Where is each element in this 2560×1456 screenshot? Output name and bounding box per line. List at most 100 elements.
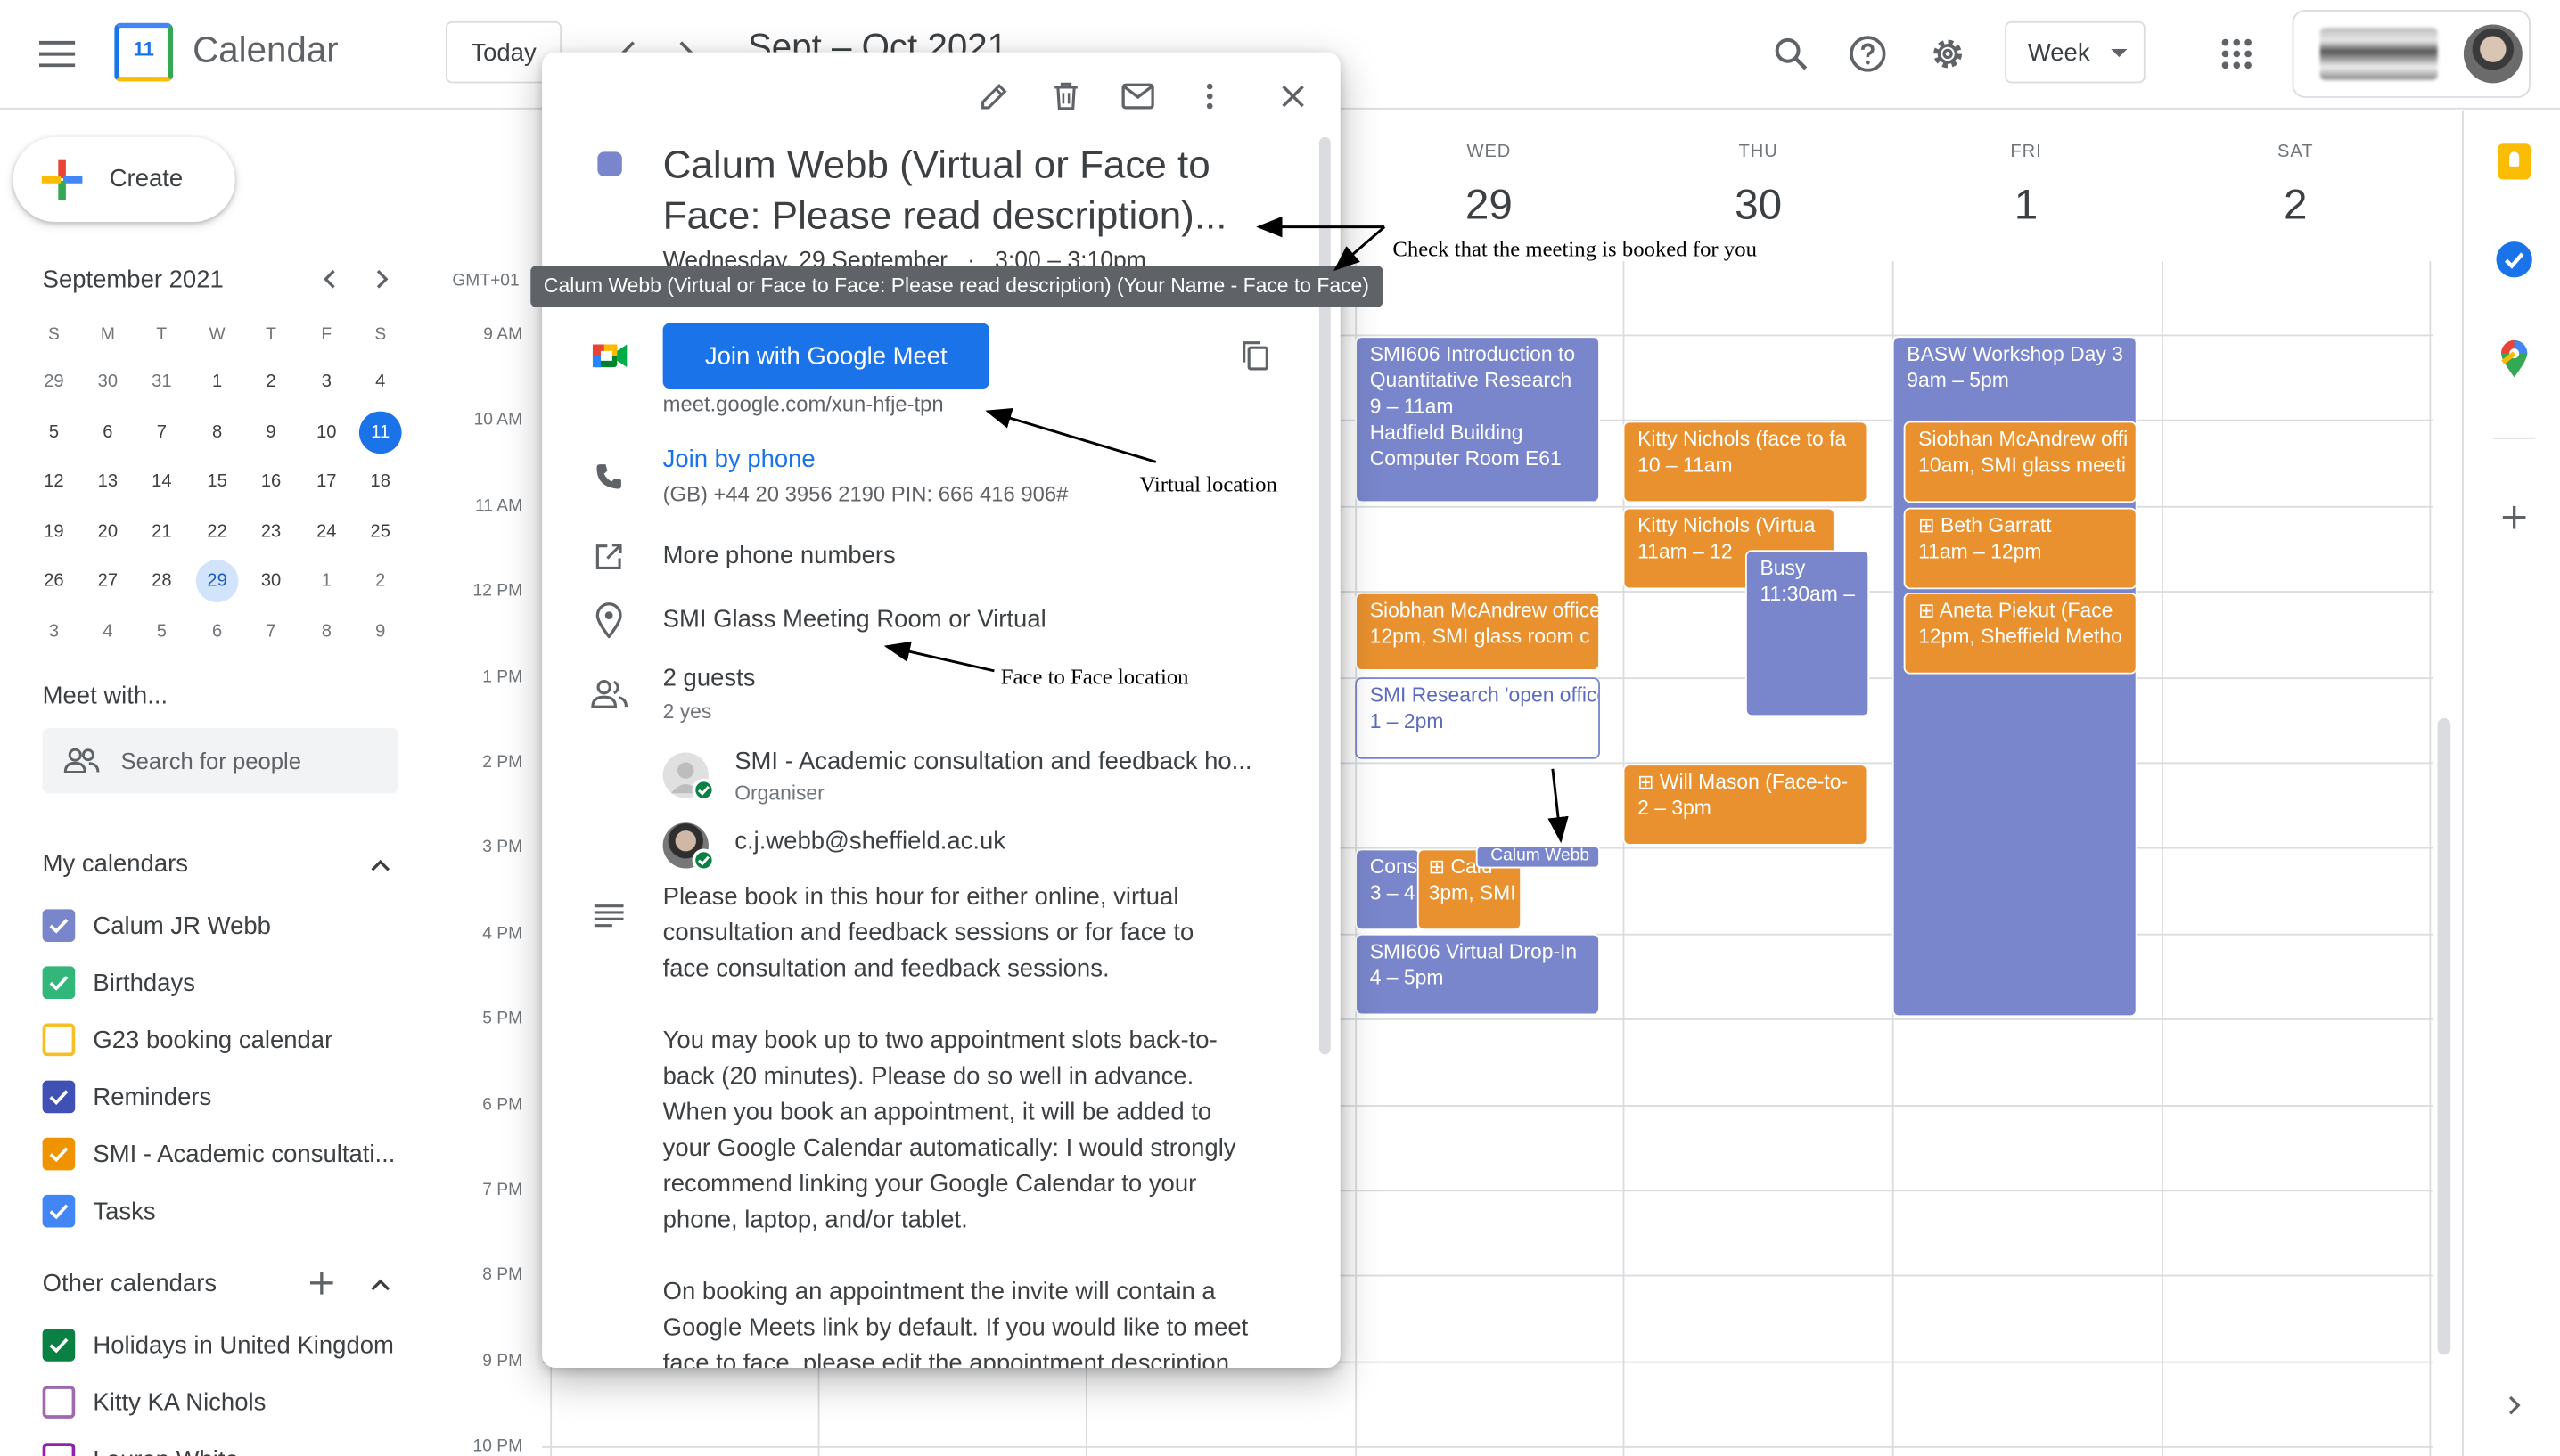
keep-icon[interactable] — [2498, 143, 2531, 180]
event-consultation[interactable]: Cons 3 – 4 — [1355, 848, 1421, 931]
account-area[interactable] — [2292, 9, 2531, 98]
mini-day[interactable]: 3 — [26, 611, 81, 650]
mini-day[interactable]: 30 — [243, 561, 299, 601]
mini-prev-month-icon[interactable] — [312, 261, 348, 297]
mini-day[interactable]: 6 — [80, 413, 135, 452]
mini-day[interactable]: 21 — [134, 511, 189, 551]
mini-day[interactable]: 7 — [134, 413, 189, 452]
mini-day[interactable]: 2 — [243, 363, 299, 402]
mini-day[interactable]: 8 — [299, 611, 354, 650]
mini-day[interactable]: 15 — [189, 462, 244, 501]
get-addons-plus-icon[interactable] — [2497, 500, 2532, 536]
collapse-my-calendars-icon[interactable] — [363, 849, 398, 882]
mini-day[interactable]: 24 — [299, 511, 354, 551]
join-by-phone-link[interactable]: Join by phone — [663, 446, 816, 473]
event-will-mason[interactable]: ⊞ Will Mason (Face-to- 2 – 3pm — [1622, 764, 1868, 846]
calendar-checkbox[interactable] — [42, 909, 76, 942]
apps-grid-icon[interactable] — [2212, 29, 2261, 78]
collapse-other-calendars-icon[interactable] — [363, 1268, 398, 1301]
help-icon[interactable] — [1843, 29, 1892, 78]
calendar-checkbox[interactable] — [42, 1194, 76, 1228]
calendar-checkbox[interactable] — [42, 1386, 76, 1419]
mini-day[interactable]: 5 — [26, 413, 81, 452]
mini-day[interactable]: 20 — [80, 511, 135, 551]
maps-icon[interactable] — [2499, 339, 2529, 379]
mini-day[interactable]: 9 — [353, 611, 408, 650]
calendar-item[interactable]: Calum JR Webb — [42, 904, 271, 947]
email-guests-icon[interactable] — [1117, 75, 1160, 118]
event-calum-webb-selected[interactable]: Calum Webb — [1475, 845, 1600, 869]
mini-day[interactable]: 5 — [134, 611, 189, 650]
mini-day[interactable]: 1 — [299, 561, 354, 601]
mini-day[interactable]: 18 — [353, 462, 408, 501]
event-siobhan-office-wed[interactable]: Siobhan McAndrew office 12pm, SMI glass … — [1355, 592, 1600, 671]
calendar-item[interactable]: Tasks — [42, 1190, 156, 1232]
event-beth-garratt[interactable]: ⊞ Beth Garratt 11am – 12pm — [1903, 507, 2137, 590]
mini-day[interactable]: 17 — [299, 462, 354, 501]
calendar-item[interactable]: Holidays in United Kingdom — [42, 1324, 394, 1367]
more-phone-numbers-link[interactable]: More phone numbers — [663, 542, 896, 569]
event-smi606-intro[interactable]: SMI606 Introduction to Quantitative Rese… — [1355, 336, 1600, 503]
mini-day[interactable]: 6 — [189, 611, 244, 650]
mini-day[interactable]: 10 — [299, 413, 354, 452]
mini-day[interactable]: 13 — [80, 462, 135, 501]
mini-day[interactable]: 4 — [80, 611, 135, 650]
mini-day[interactable]: 9 — [243, 413, 299, 452]
event-kitty-face-to-face[interactable]: Kitty Nichols (face to fa 10 – 11am — [1622, 421, 1868, 503]
mini-day[interactable]: 26 — [26, 561, 81, 601]
mini-day[interactable]: 3 — [299, 363, 354, 402]
calendar-checkbox[interactable] — [42, 1329, 76, 1362]
expand-side-panel-icon[interactable] — [2497, 1387, 2532, 1423]
search-icon[interactable] — [1767, 29, 1816, 78]
event-siobhan-office-fri[interactable]: Siobhan McAndrew offi 10am, SMI glass me… — [1903, 421, 2137, 503]
day-date[interactable]: 29 — [1424, 179, 1555, 230]
my-calendars-heading[interactable]: My calendars — [43, 850, 188, 878]
mini-day[interactable]: 27 — [80, 561, 135, 601]
avatar[interactable] — [2463, 24, 2523, 84]
create-button[interactable]: Create — [12, 136, 235, 223]
calendar-checkbox[interactable] — [42, 1137, 76, 1171]
mini-day[interactable]: 30 — [80, 363, 135, 402]
event-busy[interactable]: Busy 11:30am – — [1744, 550, 1870, 717]
calendar-checkbox[interactable] — [42, 1080, 76, 1114]
mini-day[interactable]: 23 — [243, 511, 299, 551]
calendar-item[interactable]: Lauren White — [42, 1438, 239, 1456]
mini-day[interactable]: 31 — [134, 363, 189, 402]
mini-day[interactable]: 12 — [26, 462, 81, 501]
mini-next-month-icon[interactable] — [364, 261, 399, 297]
calendar-item[interactable]: G23 booking calendar — [42, 1018, 332, 1061]
mini-day[interactable]: 2 — [353, 561, 408, 601]
event-aneta-piekut[interactable]: ⊞ Aneta Piekut (Face 12pm, Sheffield Met… — [1903, 592, 2137, 675]
event-smi606-virtual-dropin[interactable]: SMI606 Virtual Drop-In 4 – 5pm — [1355, 933, 1600, 1016]
tasks-icon[interactable] — [2496, 241, 2532, 278]
mini-day[interactable]: 14 — [134, 462, 189, 501]
delete-trash-icon[interactable] — [1045, 75, 1087, 118]
mini-day[interactable]: 29 — [26, 363, 81, 402]
mini-day[interactable]: 25 — [353, 511, 408, 551]
calendar-item[interactable]: Reminders — [42, 1076, 211, 1118]
meet-link[interactable]: meet.google.com/xun-hfje-tpn — [663, 392, 944, 416]
day-date[interactable]: 1 — [1961, 179, 2092, 230]
calendar-checkbox[interactable] — [42, 1023, 76, 1057]
mini-day[interactable]: 16 — [243, 462, 299, 501]
calendar-item[interactable]: Kitty KA Nichols — [42, 1381, 266, 1424]
settings-gear-icon[interactable] — [1924, 29, 1973, 78]
grid-scrollbar[interactable] — [2437, 717, 2451, 1355]
search-people-input[interactable]: Search for people — [42, 727, 398, 794]
calendar-checkbox[interactable] — [42, 966, 76, 1000]
mini-day[interactable]: 28 — [134, 561, 189, 601]
mini-day[interactable]: 22 — [189, 511, 244, 551]
day-date[interactable]: 2 — [2230, 179, 2361, 230]
calendar-checkbox[interactable] — [42, 1443, 76, 1456]
copy-icon[interactable] — [1235, 335, 1277, 378]
calendar-item[interactable]: Birthdays — [42, 961, 195, 1004]
calendar-item[interactable]: SMI - Academic consultati... — [42, 1133, 395, 1175]
join-google-meet-button[interactable]: Join with Google Meet — [662, 323, 989, 389]
mini-day[interactable]: 1 — [189, 363, 244, 402]
more-options-icon[interactable] — [1188, 75, 1231, 118]
main-menu-icon[interactable] — [33, 29, 82, 78]
mini-day[interactable]: 19 — [26, 511, 81, 551]
event-smi-research-open-office[interactable]: SMI Research 'open office 1 – 2pm — [1355, 677, 1600, 759]
mini-day[interactable]: 29 — [195, 560, 239, 602]
view-selector-dropdown[interactable]: Week — [2005, 20, 2146, 84]
